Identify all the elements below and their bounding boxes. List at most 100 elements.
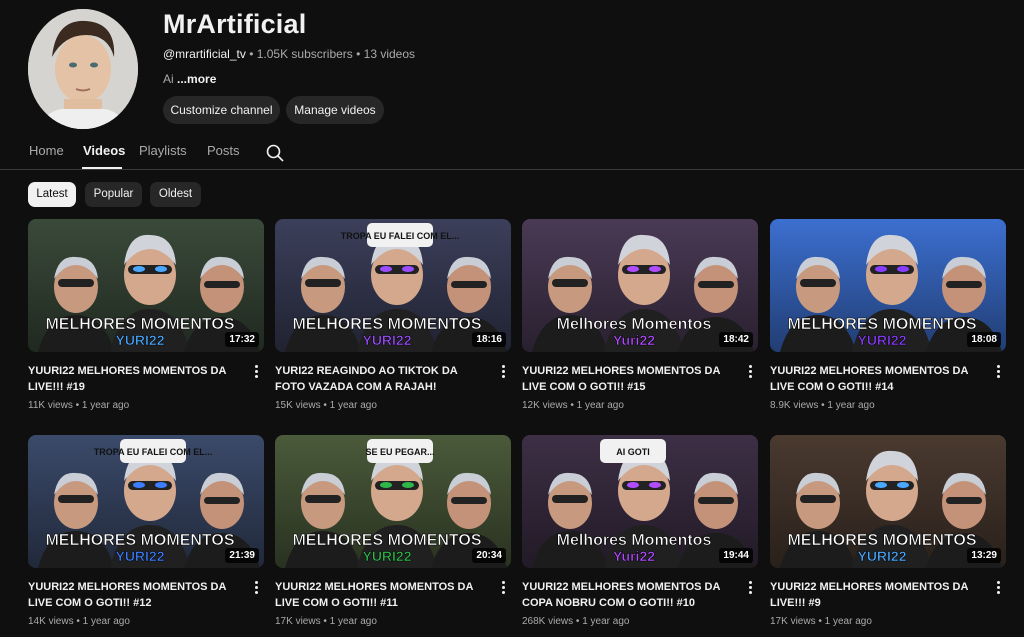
video-title[interactable]: YUURI22 MELHORES MOMENTOS DA LIVE COM O … bbox=[770, 363, 985, 395]
video-thumbnail[interactable]: MELHORES MOMENTOS YURI22 18:08 bbox=[770, 219, 1006, 352]
thumbnail-subtitle-text: Yuri22 bbox=[613, 548, 655, 564]
video-info: 268K views • 1 year ago bbox=[522, 616, 629, 627]
tab-playlists[interactable]: Playlists bbox=[139, 143, 187, 158]
video-thumbnail[interactable]: AI GOTI Melhores Momentos Yuri22 19:44 bbox=[522, 435, 758, 568]
video-info: 8.9K views • 1 year ago bbox=[770, 400, 875, 411]
video-title[interactable]: YUURI22 MELHORES MOMENTOS DA LIVE COM O … bbox=[275, 579, 490, 611]
info-separator: • bbox=[320, 400, 330, 411]
video-card[interactable]: TROPA EU FALEI COM EL... MELHORES MOMENT… bbox=[28, 435, 264, 627]
channel-meta: @mrartificial_tv • 1.05K subscribers • 1… bbox=[163, 47, 415, 61]
speech-bubble: SE EU PEGAR... bbox=[365, 439, 435, 463]
chip-latest[interactable]: Latest bbox=[28, 182, 76, 207]
manage-videos-button[interactable]: Manage videos bbox=[286, 96, 384, 124]
video-title[interactable]: YUURI22 MELHORES MOMENTOS DA LIVE!!! #9 bbox=[770, 579, 985, 611]
view-count: 14K views bbox=[28, 616, 74, 627]
chip-oldest[interactable]: Oldest bbox=[150, 182, 201, 207]
video-thumbnail[interactable]: Melhores Momentos Yuri22 18:42 bbox=[522, 219, 758, 352]
upload-age: 1 year ago bbox=[82, 616, 130, 627]
video-title[interactable]: YUURI22 MELHORES MOMENTOS DA COPA NOBRU … bbox=[522, 579, 737, 611]
tab-posts[interactable]: Posts bbox=[207, 143, 240, 158]
more-options-icon[interactable] bbox=[746, 580, 754, 596]
sunglass-lens bbox=[402, 266, 414, 272]
upload-age: 1 year ago bbox=[827, 400, 875, 411]
thumbnail-title-text: MELHORES MOMENTOS bbox=[292, 532, 481, 549]
sunglass-lens bbox=[897, 482, 909, 488]
thumbnail-subtitle-text: YURI22 bbox=[857, 332, 906, 348]
duration-badge: 18:42 bbox=[719, 332, 753, 347]
video-info: 15K views • 1 year ago bbox=[275, 400, 377, 411]
video-card[interactable]: MELHORES MOMENTOS YURI22 18:08 YUURI22 M… bbox=[770, 219, 1006, 411]
thumbnail-title-text: Melhores Momentos bbox=[557, 532, 712, 549]
video-card[interactable]: MELHORES MOMENTOS YURI22 17:32 YUURI22 M… bbox=[28, 219, 264, 411]
chip-popular[interactable]: Popular bbox=[85, 182, 142, 207]
duration-badge: 18:16 bbox=[472, 332, 506, 347]
more-options-icon[interactable] bbox=[252, 580, 260, 596]
upload-age: 1 year ago bbox=[81, 400, 130, 411]
thumbnail-subtitle-text: YURI22 bbox=[857, 548, 906, 564]
search-icon[interactable] bbox=[265, 143, 285, 163]
view-count: 17K views bbox=[275, 616, 321, 627]
sunglass-lens bbox=[649, 266, 661, 272]
sunglass-lens bbox=[133, 266, 145, 272]
more-options-icon[interactable] bbox=[994, 580, 1002, 596]
duration-badge: 13:29 bbox=[967, 548, 1001, 563]
more-options-icon[interactable] bbox=[252, 364, 260, 380]
video-info: 14K views • 1 year ago bbox=[28, 616, 130, 627]
thumbnail-title-text: MELHORES MOMENTOS bbox=[45, 316, 234, 333]
video-card[interactable]: TROPA EU FALEI COM EL... MELHORES MOMENT… bbox=[275, 219, 511, 411]
thumbnail-subtitle-text: Yuri22 bbox=[613, 332, 655, 348]
video-title[interactable]: YUURI22 MELHORES MOMENTOS DA LIVE COM O … bbox=[522, 363, 737, 395]
thumbnail-title-text: MELHORES MOMENTOS bbox=[45, 532, 234, 549]
tab-videos[interactable]: Videos bbox=[83, 143, 125, 158]
info-separator: • bbox=[72, 400, 82, 411]
upload-age: 1 year ago bbox=[329, 616, 377, 627]
sunglass-lens bbox=[875, 482, 887, 488]
video-thumbnail[interactable]: TROPA EU FALEI COM EL... MELHORES MOMENT… bbox=[28, 435, 264, 568]
subscriber-count: 1.05K subscribers bbox=[256, 47, 353, 61]
bubble-text: SE EU PEGAR... bbox=[365, 447, 434, 457]
more-options-icon[interactable] bbox=[994, 364, 1002, 380]
sunglass-lens bbox=[897, 266, 909, 272]
duration-badge: 21:39 bbox=[225, 548, 259, 563]
more-link[interactable]: ...more bbox=[177, 72, 216, 86]
video-card[interactable]: AI GOTI Melhores Momentos Yuri22 19:44 Y… bbox=[522, 435, 758, 627]
description-text: Ai bbox=[163, 72, 178, 86]
video-card[interactable]: Melhores Momentos Yuri22 18:42 YUURI22 M… bbox=[522, 219, 758, 411]
video-title[interactable]: YUURI22 MELHORES MOMENTOS DA LIVE COM O … bbox=[28, 579, 243, 611]
active-tab-indicator bbox=[82, 167, 122, 169]
more-options-icon[interactable] bbox=[746, 364, 754, 380]
video-thumbnail[interactable]: TROPA EU FALEI COM EL... MELHORES MOMENT… bbox=[275, 219, 511, 352]
video-thumbnail[interactable]: MELHORES MOMENTOS YURI22 17:32 bbox=[28, 219, 264, 352]
video-card[interactable]: MELHORES MOMENTOS YURI22 13:29 YUURI22 M… bbox=[770, 435, 1006, 627]
video-title[interactable]: YUURI22 MELHORES MOMENTOS DA LIVE!!! #19 bbox=[28, 363, 243, 395]
channel-name: MrArtificial bbox=[163, 9, 307, 39]
view-count: 15K views bbox=[275, 400, 321, 411]
view-count: 12K views bbox=[522, 400, 568, 411]
view-count: 268K views bbox=[522, 616, 574, 627]
upload-age: 1 year ago bbox=[824, 616, 872, 627]
more-options-icon[interactable] bbox=[499, 580, 507, 596]
video-title[interactable]: YURI22 REAGINDO AO TIKTOK DA FOTO VAZADA… bbox=[275, 363, 490, 395]
bubble-text: TROPA EU FALEI COM EL... bbox=[94, 447, 213, 457]
view-count: 17K views bbox=[770, 616, 816, 627]
video-thumbnail[interactable]: MELHORES MOMENTOS YURI22 13:29 bbox=[770, 435, 1006, 568]
thumbnail-subtitle-text: YURI22 bbox=[115, 332, 164, 348]
channel-tabs: Home Videos Playlists Posts bbox=[0, 136, 1024, 170]
video-thumbnail[interactable]: SE EU PEGAR... MELHORES MOMENTOS YURI22 … bbox=[275, 435, 511, 568]
view-count: 8.9K views bbox=[770, 400, 819, 411]
more-options-icon[interactable] bbox=[499, 364, 507, 380]
sunglass-lens bbox=[649, 482, 661, 488]
duration-badge: 18:08 bbox=[967, 332, 1001, 347]
sunglass-lens bbox=[380, 266, 392, 272]
speech-bubble: AI GOTI bbox=[600, 439, 666, 463]
info-separator: • bbox=[320, 616, 330, 627]
tab-home[interactable]: Home bbox=[29, 143, 64, 158]
thumbnail-title-text: MELHORES MOMENTOS bbox=[787, 316, 976, 333]
sunglass-lens bbox=[627, 266, 639, 272]
thumbnail-subtitle-text: YURI22 bbox=[115, 548, 164, 564]
channel-avatar[interactable] bbox=[28, 9, 138, 129]
video-card[interactable]: SE EU PEGAR... MELHORES MOMENTOS YURI22 … bbox=[275, 435, 511, 627]
meta-separator: • bbox=[352, 47, 364, 61]
customize-channel-button[interactable]: Customize channel bbox=[163, 96, 280, 124]
avatar-image bbox=[28, 9, 138, 129]
